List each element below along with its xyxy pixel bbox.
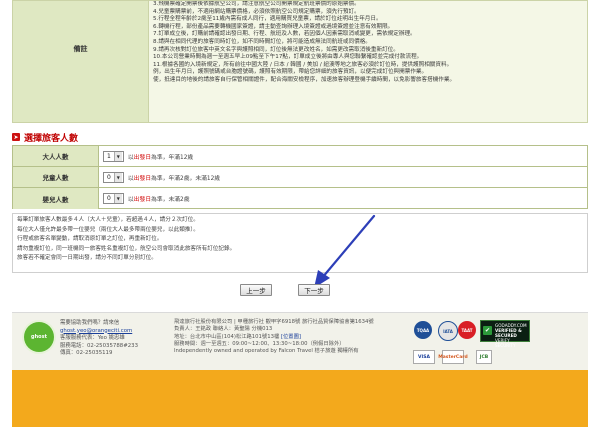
- checkmark-icon: ✔: [483, 326, 492, 335]
- iata-badge-icon[interactable]: IATA: [438, 321, 458, 341]
- tqaa-badge-icon[interactable]: TQAA: [414, 321, 432, 339]
- adult-row: 大人人數 1 ▼ 以出發日為準，年滿12歲: [13, 146, 587, 167]
- child-label: 兒童人數: [13, 167, 99, 187]
- infant-label: 嬰兒人數: [13, 188, 99, 209]
- child-row: 兒童人數 0 ▼ 以出發日為準，年滿2歲，未滿12歲: [13, 167, 587, 188]
- adult-label: 大人人數: [13, 146, 99, 166]
- contact-info: 需要協助我們嗎？請來信 ghost.yeo@orangeciti.com 客服服…: [60, 320, 139, 356]
- company-info: 飛達旅行社股份有限公司 | 甲種旅行社 觀甲字6918號 旅行社品質保障協會第1…: [174, 319, 374, 355]
- jcb-card-icon: JCB: [476, 350, 492, 364]
- note-line: 10.本公司營業時間為週一至週五早上09點至下午17點，訂單成立後將由專人與您聯…: [153, 54, 423, 61]
- taat-badge-icon[interactable]: TAAT: [458, 321, 476, 339]
- adult-count-select[interactable]: 1 ▼: [103, 150, 124, 162]
- traveler-count-table: 大人人數 1 ▼ 以出發日為準，年滿12歲 兒童人數 0 ▼ 以出發日為準，年滿…: [12, 145, 588, 209]
- prev-step-button[interactable]: 上一步: [240, 284, 272, 296]
- note-line: 5.行程全程年齡於2歲至11歲內需有成人同行，適用購買兒童票，請於訂位註明出生年…: [153, 16, 382, 23]
- next-step-button[interactable]: 下一步: [298, 284, 330, 296]
- note-line: 例，出生年月日，護照號碼或台胞證號碼，護照有效期限，帶給您詳細的旅客資訊，以便完…: [153, 69, 428, 76]
- arrow-icon: ➤: [12, 133, 20, 141]
- location-map-link[interactable]: [位置圖]: [281, 334, 301, 340]
- child-count-select[interactable]: 0 ▼: [103, 171, 124, 183]
- notes-body: 3.飛機票確定開票後依據航空公司，請注意航空公司開票規定航班票價的原始票價。 4…: [153, 1, 583, 122]
- notes-label: 備註: [73, 45, 88, 53]
- note-line: 3.飛機票確定開票後依據航空公司，請注意航空公司開票規定航班票價的原始票價。: [153, 1, 360, 7]
- chevron-down-icon: ▼: [113, 194, 122, 203]
- visa-card-icon: VISA: [413, 350, 435, 364]
- chevron-down-icon: ▼: [113, 172, 122, 182]
- infant-count-select[interactable]: 0 ▼: [103, 193, 124, 204]
- note-line: 7.訂單成立後，訂購前請確認出發日期、行程、航班及人數，若因個人因素需取消或變更…: [153, 31, 416, 38]
- ghost-mascot-icon: ghost: [24, 322, 54, 352]
- adult-note: 以出發日為準，年滿12歲: [127, 154, 194, 161]
- note-line: 8.請與在相同代理的旅客同時訂位，如不同時間訂位，將可能造成無法同航班或同價格。: [153, 38, 371, 45]
- child-note: 以出發日為準，年滿2歲，未滿12歲: [127, 175, 221, 182]
- contact-email-link[interactable]: ghost.yeo@orangeciti.com: [60, 328, 138, 336]
- section-header: ➤ 選擇旅客人數: [12, 131, 79, 144]
- section-title: 選擇旅客人數: [24, 133, 79, 144]
- infant-row: 嬰兒人數 0 ▼ 以出發日為準，未滿2歲: [13, 188, 587, 209]
- mastercard-icon: MasterCard: [438, 350, 468, 364]
- chevron-down-icon: ▼: [113, 151, 122, 161]
- infant-note: 以出發日為準，未滿2歲: [127, 197, 190, 203]
- verified-secured-seal[interactable]: ✔ GODADDY.COM VERIFIED & SECURED VERIFY …: [480, 320, 530, 348]
- notes-table: 備註 3.飛機票確定開票後依據航空公司，請注意航空公司開票規定航班票價的原始票價…: [12, 0, 588, 123]
- notes-label-cell: 備註: [13, 1, 149, 122]
- annotation-arrow-icon: [314, 214, 376, 288]
- footer-orange-strip: [12, 370, 588, 427]
- note-line: 使，抵達目的地後的請旅客自行保管相關證件，配合海關安檢程序，加速旅客辦理登機手續…: [153, 76, 456, 83]
